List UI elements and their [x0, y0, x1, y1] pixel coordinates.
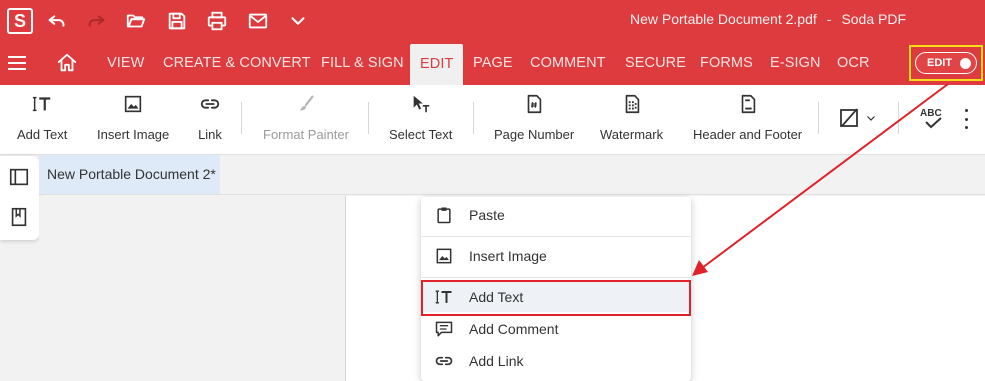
format-painter-button: Format Painter [263, 91, 349, 147]
header-footer-button[interactable]: Header and Footer [693, 91, 802, 147]
menu-page[interactable]: PAGE [473, 42, 513, 85]
spellcheck-icon: ABC [920, 108, 942, 129]
menu-fill-sign[interactable]: FILL & SIGN [321, 42, 404, 85]
add-text-label: Add Text [17, 127, 68, 142]
chevron-down-icon [867, 116, 875, 121]
edit-toggle-highlight: EDIT [909, 45, 983, 81]
window-title: New Portable Document 2.pdf - Soda PDF [630, 11, 906, 27]
image-icon [120, 91, 146, 117]
chevron-down-icon[interactable] [286, 10, 310, 32]
context-item-add-comment[interactable]: Add Comment [421, 314, 691, 344]
undo-icon[interactable] [45, 10, 69, 32]
paintbrush-icon [293, 91, 319, 117]
context-item-label: Paste [469, 207, 505, 223]
app-logo[interactable]: S [7, 8, 33, 34]
link-icon [197, 91, 223, 117]
link-icon [433, 350, 455, 372]
select-text-button[interactable]: Select Text [389, 91, 452, 147]
print-icon[interactable] [205, 10, 229, 32]
add-text-button[interactable]: Add Text [17, 91, 67, 147]
shape-dropdown[interactable] [838, 105, 882, 131]
menu-e-sign[interactable]: E-SIGN [770, 42, 821, 85]
save-icon[interactable] [165, 10, 189, 32]
email-icon[interactable] [246, 10, 270, 32]
context-item-insert-image[interactable]: Insert Image [421, 241, 691, 271]
toggle-knob [960, 58, 971, 69]
edit-mode-toggle[interactable]: EDIT [915, 52, 977, 74]
watermark-button[interactable]: Watermark [600, 91, 663, 147]
menu-ocr[interactable]: OCR [837, 42, 870, 85]
link-button[interactable]: Link [197, 91, 223, 147]
edit-toggle-label: EDIT [927, 57, 953, 69]
document-name: New Portable Document 2.pdf [630, 11, 817, 27]
open-folder-icon[interactable] [124, 10, 148, 32]
add-text-icon [29, 91, 55, 117]
edit-ribbon: Add Text Insert Image Link Format Painte… [0, 85, 985, 155]
context-item-label: Add Link [469, 353, 524, 369]
bookmark-icon[interactable] [8, 206, 30, 228]
ribbon-divider [473, 102, 474, 134]
context-item-add-link[interactable]: Add Link [421, 346, 691, 376]
menu-divider [421, 236, 691, 237]
watermark-label: Watermark [600, 127, 664, 142]
menu-secure[interactable]: SECURE [625, 42, 686, 85]
header-footer-icon [735, 91, 761, 117]
spellcheck-button[interactable]: ABC [918, 105, 946, 133]
menu-edit[interactable]: EDIT [410, 44, 464, 85]
ribbon-divider [818, 102, 819, 134]
document-tab-strip: New Portable Document 2* [39, 155, 985, 195]
title-bar: S New Portable Document 2.pdf - Soda PDF [0, 0, 985, 42]
menu-create-convert[interactable]: CREATE & CONVERT [163, 42, 311, 85]
ribbon-divider [898, 102, 899, 134]
document-tab[interactable]: New Portable Document 2* [39, 155, 220, 194]
watermark-icon [619, 91, 645, 117]
menu-view[interactable]: VIEW [107, 42, 144, 85]
redo-icon [84, 10, 108, 32]
insert-image-button[interactable]: Insert Image [97, 91, 169, 147]
title-separator: - [826, 11, 832, 27]
header-footer-label: Header and Footer [693, 127, 803, 142]
hamburger-menu-icon[interactable] [8, 56, 26, 70]
menu-divider [421, 277, 691, 278]
clipboard-icon [433, 204, 455, 226]
select-text-cursor-icon [408, 91, 434, 117]
context-item-label: Insert Image [469, 248, 547, 264]
more-options-icon[interactable] [960, 109, 972, 129]
home-icon[interactable] [56, 52, 78, 74]
page-number-button[interactable]: Page Number [494, 91, 574, 147]
app-name: Soda PDF [841, 11, 907, 27]
comment-icon [433, 318, 455, 340]
spellcheck-glyph: ABC [920, 108, 942, 119]
no-fill-shape-icon [840, 108, 858, 127]
context-item-label: Add Comment [469, 321, 559, 337]
left-side-panel [0, 156, 39, 240]
link-label: Link [198, 127, 222, 142]
ribbon-divider [241, 102, 242, 134]
insert-image-label: Insert Image [97, 127, 170, 142]
image-icon [433, 245, 455, 267]
context-item-paste[interactable]: Paste [421, 200, 691, 230]
page-number-icon [521, 91, 547, 117]
add-text-highlight-frame [421, 280, 691, 316]
format-painter-label: Format Painter [263, 127, 349, 142]
canvas-background [39, 196, 345, 381]
ribbon-divider [368, 102, 369, 134]
menu-comment[interactable]: COMMENT [530, 42, 606, 85]
menu-forms[interactable]: FORMS [700, 42, 753, 85]
page-number-label: Page Number [494, 127, 575, 142]
main-menu-bar: VIEW CREATE & CONVERT FILL & SIGN EDIT P… [0, 42, 985, 85]
panel-toggle-icon[interactable] [8, 166, 30, 188]
select-text-label: Select Text [389, 127, 453, 142]
